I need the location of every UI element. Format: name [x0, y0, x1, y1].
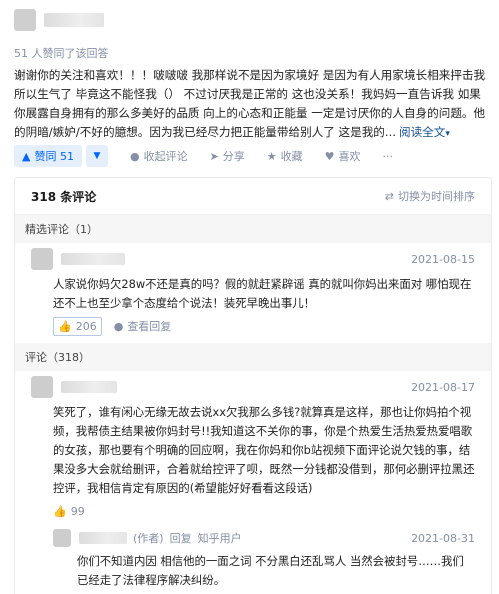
comment-item: 2021-08-17 笑死了，谁有闲心无缘无故去说xx欠我那么多钱?就算真是这样…: [15, 371, 491, 524]
upvote-button[interactable]: ▲ 赞同 51: [14, 145, 82, 167]
comment-date: 2021-08-17: [411, 380, 475, 394]
collapse-comments-label: 收起评论: [143, 150, 188, 163]
view-replies-label: 查看回复: [127, 320, 172, 333]
read-more-link[interactable]: 阅读全文▾: [399, 125, 450, 139]
all-comments-section-header: 评论（318）: [15, 343, 491, 371]
favorite-button[interactable]: ★ 收藏: [267, 148, 303, 164]
share-button[interactable]: ➤ 分享: [210, 148, 245, 164]
thumb-up-icon: 👍: [58, 319, 72, 333]
reply-to-label: 回复: [169, 532, 192, 545]
more-icon: ···: [382, 149, 394, 163]
thumb-up-icon: 👍: [53, 504, 67, 518]
comment-icon: ●: [113, 319, 124, 333]
sort-label: 切换为时间排序: [398, 190, 475, 203]
featured-comment: 2021-08-15 人家说你妈欠28w不还是真的吗？假的就赶紧辟谣 真的就叫你…: [15, 243, 491, 339]
upvote-summary: 51 人赞同了该回答: [14, 47, 109, 60]
favorite-label: 收藏: [280, 150, 303, 163]
commenter-name-redacted: [61, 253, 125, 265]
read-more-label: 阅读全文: [398, 125, 446, 139]
replier-name-redacted: [79, 532, 127, 544]
author-tag: (作者): [133, 532, 164, 545]
comment-like-count: 206: [75, 319, 97, 333]
comments-panel: 318 条评论 ⇄ 切换为时间排序 精选评论（1） 2021-08-15 人家说…: [14, 177, 492, 594]
view-replies-button[interactable]: ● 查看回复: [114, 318, 172, 334]
comment-like-count: 99: [70, 504, 85, 518]
comment-like-button[interactable]: 👍 99: [53, 505, 85, 518]
author-avatar[interactable]: [14, 9, 36, 31]
comment-text: 笑死了，谁有闲心无缘无故去说xx欠我那么多钱?就算真是这样，那也让你妈拍个视频，…: [53, 405, 475, 495]
triangle-down-icon: ▼: [93, 151, 101, 161]
sort-toggle[interactable]: ⇄ 切换为时间排序: [385, 188, 475, 204]
like-label: 喜欢: [338, 150, 361, 163]
featured-section-header: 精选评论（1）: [15, 215, 491, 243]
collapse-comments-button[interactable]: ● 收起评论: [130, 148, 188, 164]
reply-item: (作者) 回复 知乎用户 2021-08-31 你们不知道内因 相信他的一面之词…: [15, 524, 491, 594]
comment-like-button[interactable]: 👍 206: [53, 316, 102, 336]
commenter-name-redacted: [61, 381, 117, 393]
answer-action-bar: ▲ 赞同 51 ▼ ● 收起评论 ➤ 分享 ★ 收藏 ♥ 喜欢 ···: [14, 144, 489, 168]
comment-text: 人家说你妈欠28w不还是真的吗？假的就赶紧辟谣 真的就叫你妈出来面对 哪怕现在还…: [53, 277, 472, 310]
chevron-down-icon: ▾: [445, 129, 450, 139]
share-icon: ➤: [209, 149, 219, 163]
comment-count: 318 条评论: [31, 189, 97, 204]
heart-icon: ♥: [324, 149, 335, 163]
more-button[interactable]: ···: [383, 150, 394, 163]
share-label: 分享: [222, 150, 245, 163]
comment-date: 2021-08-15: [411, 252, 475, 266]
triangle-up-icon: ▲: [22, 149, 31, 163]
reply-target-user[interactable]: 知乎用户: [198, 530, 242, 546]
reply-date: 2021-08-31: [411, 531, 475, 545]
commenter-avatar[interactable]: [31, 376, 53, 398]
upvote-label: 赞同 51: [34, 150, 74, 163]
switch-icon: ⇄: [384, 189, 394, 203]
author-name-redacted: [44, 13, 104, 27]
comment-icon: ●: [129, 149, 140, 163]
commenter-avatar[interactable]: [31, 248, 53, 270]
answer-author[interactable]: [14, 6, 104, 34]
star-icon: ★: [266, 149, 277, 163]
reply-text: 你们不知道内因 相信他的一面之词 不分黑白还乱骂人 当然会被封号……我们已经走了…: [77, 554, 464, 587]
answer-body: 谢谢你的关注和喜欢！！！啵啵啵 我那样说不是因为家境好 是因为有人用家境长相来抨…: [14, 66, 489, 144]
replier-avatar[interactable]: [53, 529, 71, 547]
comments-header: 318 条评论 ⇄ 切换为时间排序: [15, 178, 491, 215]
like-button[interactable]: ♥ 喜欢: [325, 148, 361, 164]
downvote-button[interactable]: ▼: [85, 145, 108, 167]
